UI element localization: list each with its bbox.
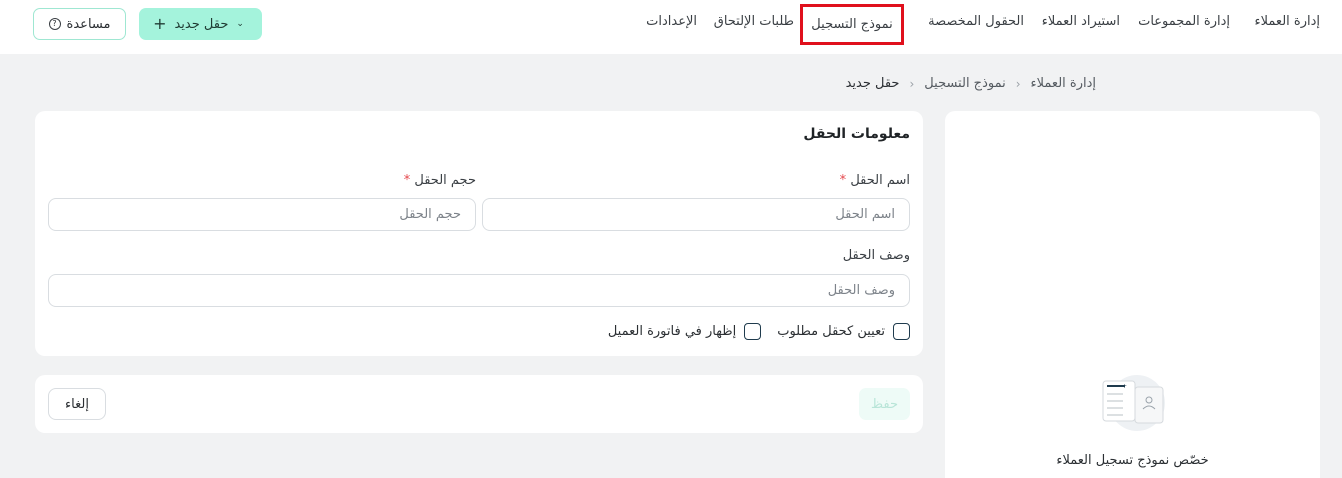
help-label: مساعدة — [66, 16, 111, 32]
save-button[interactable]: حفظ — [859, 388, 910, 420]
required-field-checkbox[interactable] — [893, 323, 910, 340]
nav-item-group-management[interactable]: إدارة المجموعات — [1138, 14, 1230, 29]
checkbox-row: تعيين كحقل مطلوب إظهار في فاتورة العميل — [600, 323, 910, 340]
form-illustration-icon: + — [1102, 375, 1165, 431]
new-field-label: حقل جديد — [174, 16, 229, 32]
required-asterisk: * — [403, 173, 411, 188]
field-size-input[interactable] — [48, 198, 476, 231]
nav-item-registration-form[interactable]: نموذج التسجيل — [800, 4, 904, 45]
field-name-input[interactable] — [482, 198, 910, 231]
preview-caption: خصّص نموذج تسجيل العملاء — [1056, 453, 1209, 468]
field-size-label: حجم الحقل * — [404, 173, 476, 188]
field-description-label: وصف الحقل — [842, 248, 910, 263]
breadcrumb-new-field: حقل جديد — [845, 76, 900, 91]
show-in-invoice-checkbox-label: إظهار في فاتورة العميل — [607, 324, 737, 339]
cancel-button[interactable]: إلغاء — [48, 388, 106, 420]
required-asterisk: * — [839, 173, 847, 188]
new-field-button[interactable]: + حقل جديد ⌄ — [139, 8, 262, 40]
show-in-invoice-checkbox[interactable] — [744, 323, 762, 340]
chevron-left-icon: ‹ — [909, 76, 915, 91]
registration-form-preview-card: + خصّص نموذج تسجيل العملاء — [945, 111, 1320, 478]
breadcrumb: إدارة العملاء ‹ نموذج التسجيل ‹ حقل جديد — [846, 76, 1096, 91]
field-name-label-text: اسم الحقل — [850, 173, 910, 188]
nav-item-customer-management[interactable]: إدارة العملاء — [1255, 14, 1320, 29]
field-info-card: معلومات الحقل اسم الحقل * حجم الحقل * وص… — [35, 111, 923, 356]
field-info-title: معلومات الحقل — [803, 126, 910, 142]
svg-text:+: + — [1122, 383, 1127, 390]
field-description-input[interactable] — [48, 274, 910, 307]
nav-item-import-customers[interactable]: استيراد العملاء — [1042, 14, 1120, 29]
form-actions-card: حفظ إلغاء — [35, 375, 923, 433]
nav-item-settings[interactable]: الإعدادات — [646, 14, 697, 29]
chevron-down-icon: ⌄ — [236, 19, 244, 29]
plus-icon: + — [153, 14, 167, 33]
nav-item-custom-fields[interactable]: الحقول المخصصة — [928, 14, 1024, 29]
chevron-left-icon: ‹ — [1015, 76, 1021, 91]
top-navigation-bar: إدارة العملاء إدارة المجموعات استيراد ال… — [0, 0, 1342, 54]
help-circle-icon: ? — [48, 18, 61, 30]
breadcrumb-customer-management[interactable]: إدارة العملاء — [1031, 76, 1096, 91]
nav-item-enrollment-requests[interactable]: طلبات الإلتحاق — [714, 14, 794, 29]
help-button[interactable]: ? مساعدة — [33, 8, 126, 40]
breadcrumb-registration-form[interactable]: نموذج التسجيل — [924, 76, 1005, 91]
required-field-checkbox-label: تعيين كحقل مطلوب — [777, 324, 885, 339]
field-name-label: اسم الحقل * — [840, 173, 910, 188]
field-size-label-text: حجم الحقل — [414, 173, 476, 188]
